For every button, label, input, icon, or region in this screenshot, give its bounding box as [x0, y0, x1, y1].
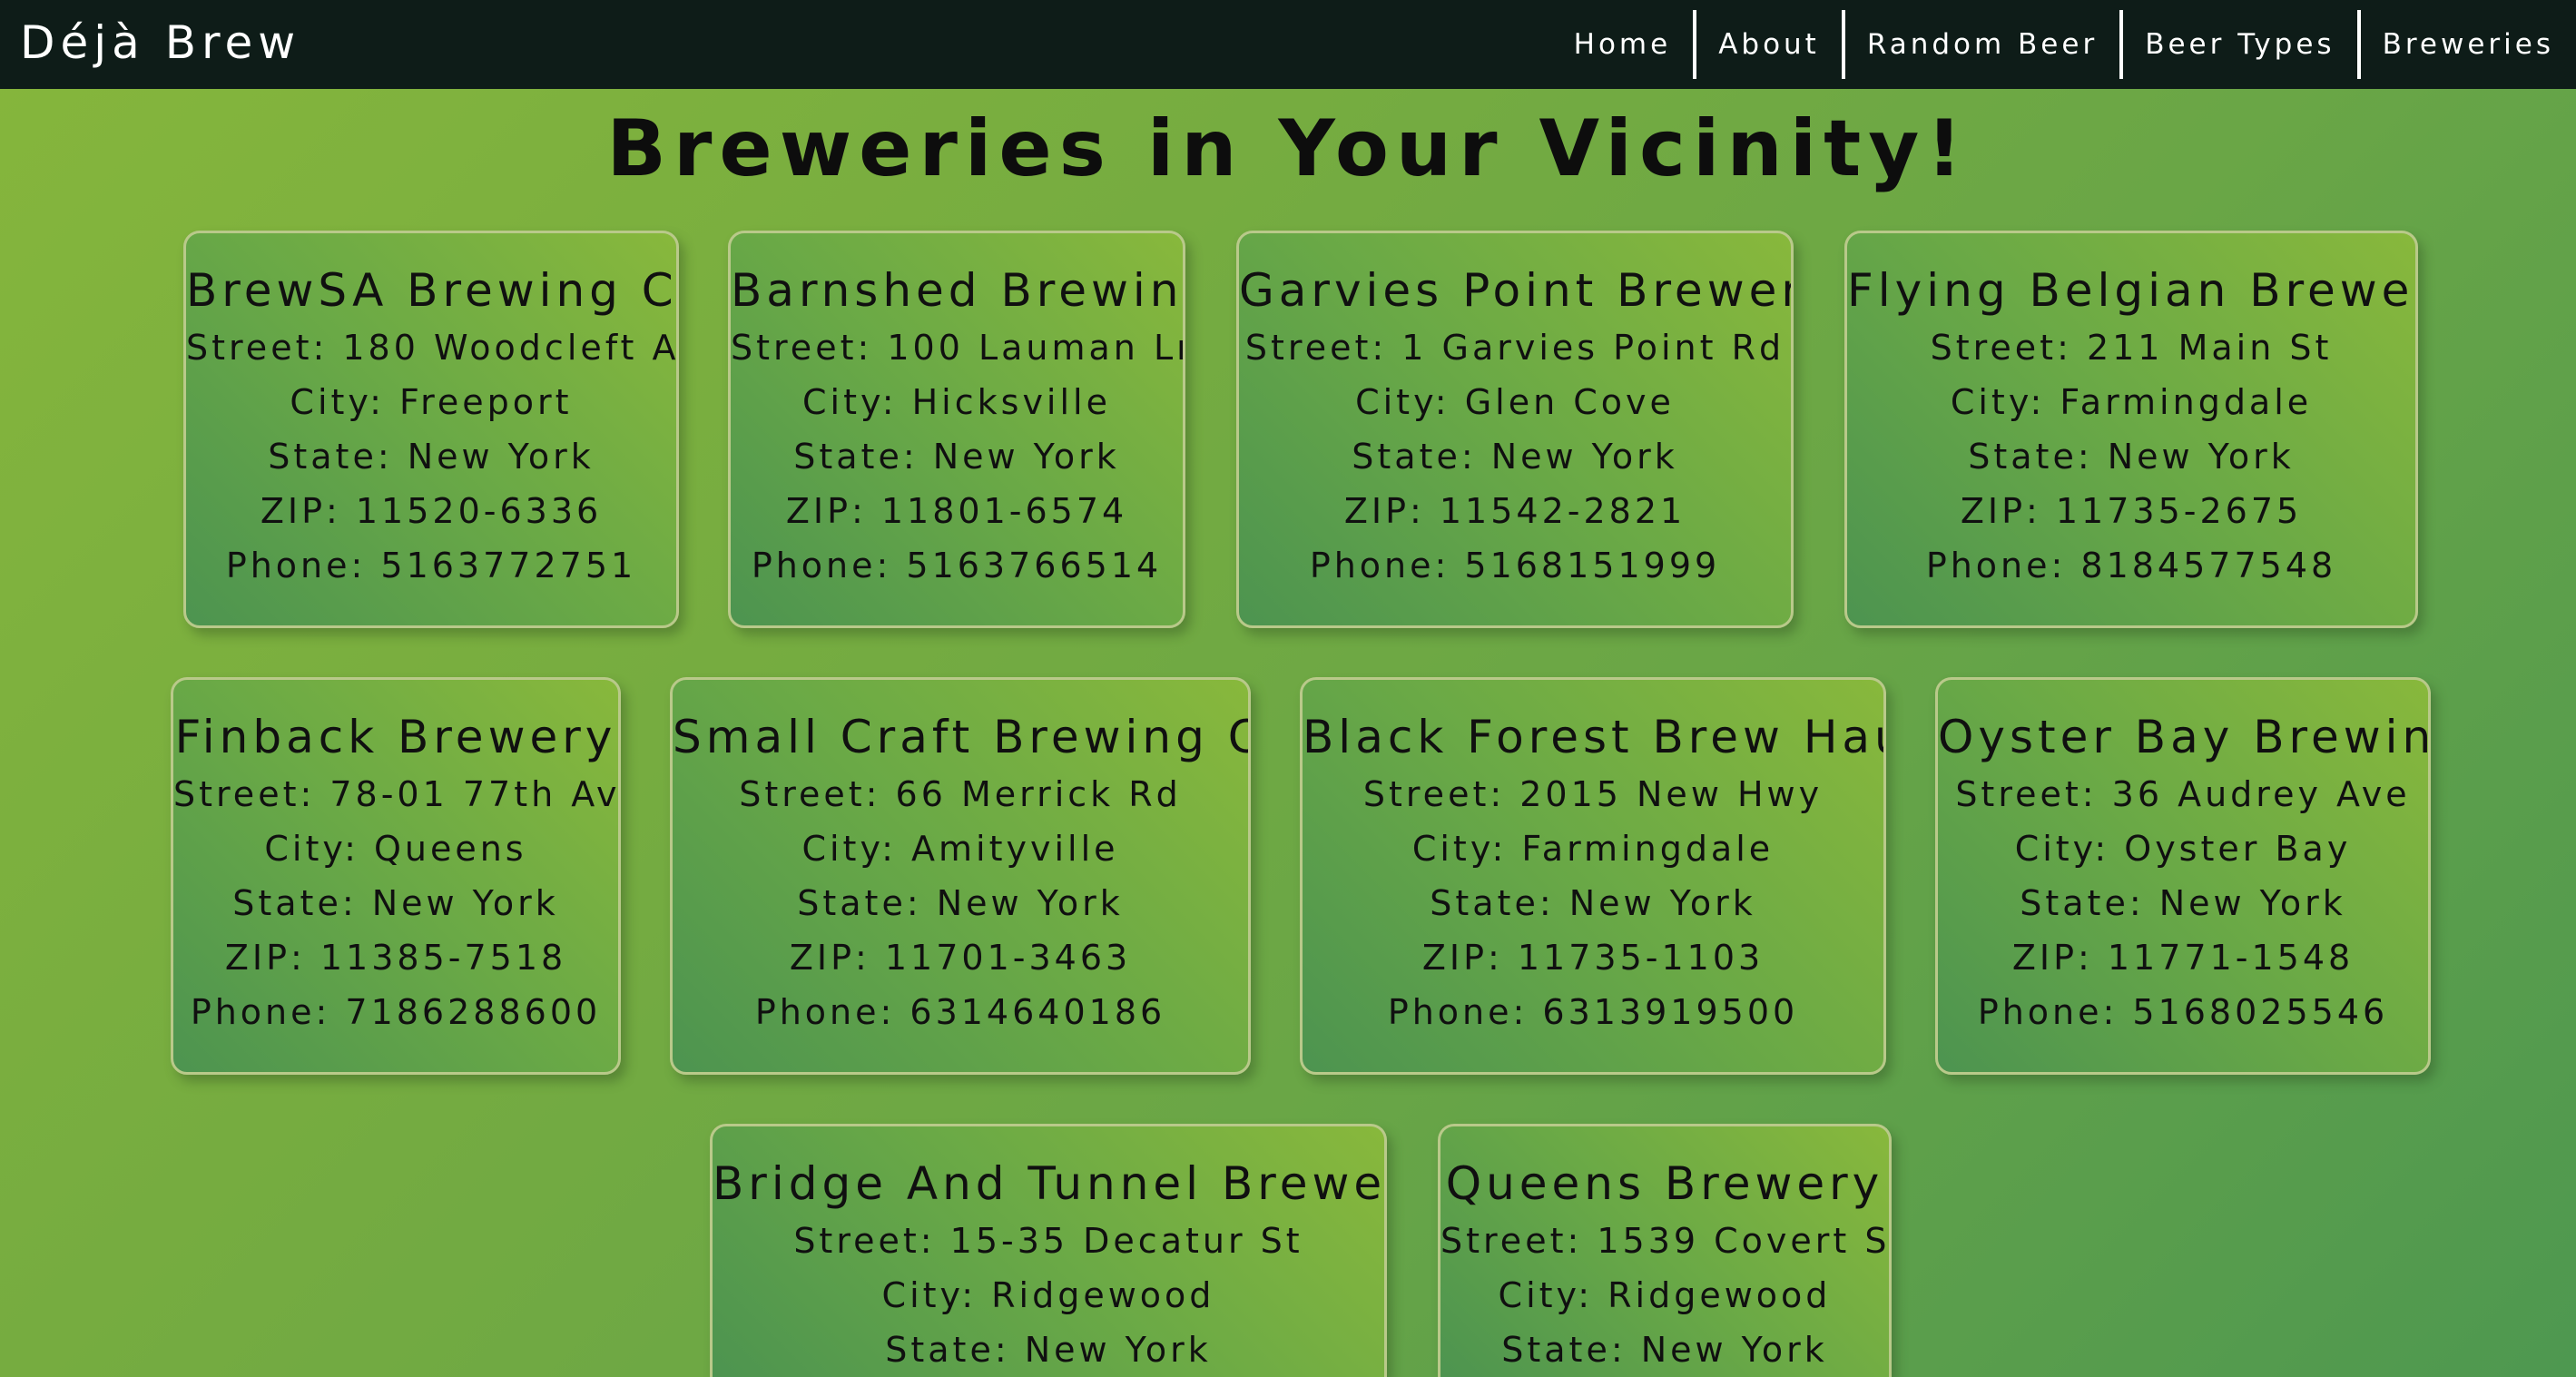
brewery-street: Street: 36 Audrey Ave	[1955, 774, 2411, 814]
nav-link-random-beer[interactable]: Random Beer	[1841, 10, 2119, 79]
nav-links: Home About Random Beer Beer Types Brewer…	[1552, 5, 2576, 84]
brewery-state: State: New York	[1968, 437, 2295, 477]
top-navbar: Déjà Brew Home About Random Beer Beer Ty…	[0, 0, 2576, 89]
brewery-name: Finback Brewery	[174, 711, 617, 763]
brewery-zip: ZIP: 11520-6336	[260, 491, 603, 531]
nav-link-breweries[interactable]: Breweries	[2356, 10, 2576, 79]
nav-link-home[interactable]: Home	[1552, 10, 1694, 79]
brewery-street: Street: 1 Garvies Point Rd	[1244, 328, 1785, 368]
nav-link-about[interactable]: About	[1693, 10, 1842, 79]
brewery-city: City: Glen Cove	[1355, 382, 1675, 422]
brewery-zip: ZIP: 11735-2675	[1960, 491, 2303, 531]
brewery-zip: ZIP: 11735-1103	[1421, 938, 1765, 978]
brewery-city: City: Hicksville	[802, 382, 1111, 422]
brewery-city: City: Farmingdale	[1950, 382, 2313, 422]
brewery-state: State: New York	[793, 437, 1120, 477]
brand-logo[interactable]: Déjà Brew	[20, 13, 300, 73]
brewery-card: Oyster Bay Brewing Street: 36 Audrey Ave…	[1935, 677, 2431, 1075]
brewery-state: State: New York	[797, 883, 1124, 923]
brewery-street: Street: 1539 Covert St	[1440, 1221, 1892, 1261]
brewery-street: Street: 100 Lauman Ln	[731, 328, 1185, 368]
brewery-state: State: New York	[268, 437, 595, 477]
brewery-card: Queens Brewery Street: 1539 Covert St Ci…	[1438, 1124, 1892, 1377]
nav-link-beer-types[interactable]: Beer Types	[2119, 10, 2356, 79]
brewery-phone: Phone: 6313919500	[1387, 992, 1799, 1032]
brewery-name: Bridge And Tunnel Brewery	[713, 1157, 1387, 1210]
brewery-state: State: New York	[1430, 883, 1756, 923]
brewery-card: Flying Belgian Brewery Street: 211 Main …	[1844, 231, 2418, 628]
brewery-city: City: Amityville	[801, 829, 1119, 869]
brewery-phone: Phone: 8184577548	[1925, 546, 2337, 585]
brewery-state: State: New York	[1501, 1330, 1828, 1370]
brewery-street: Street: 211 Main St	[1930, 328, 2333, 368]
brewery-city: City: Freeport	[290, 382, 573, 422]
brewery-zip: ZIP: 11542-2821	[1343, 491, 1686, 531]
brewery-street: Street: 180 Woodcleft Ave	[186, 328, 679, 368]
brewery-street: Street: 15-35 Decatur St	[793, 1221, 1303, 1261]
brewery-street: Street: 2015 New Hwy	[1362, 774, 1824, 814]
brewery-phone: Phone: 5163772751	[225, 546, 637, 585]
brewery-name: BrewSA Brewing Co	[186, 264, 679, 317]
brewery-name: Flying Belgian Brewery	[1847, 264, 2418, 317]
brewery-state: State: New York	[2020, 883, 2346, 923]
brewery-card: Garvies Point Brewery Street: 1 Garvies …	[1236, 231, 1794, 628]
brewery-zip: ZIP: 11701-3463	[789, 938, 1132, 978]
brewery-name: Black Forest Brew Haus	[1303, 711, 1886, 763]
brewery-phone: Phone: 5168025546	[1977, 992, 2389, 1032]
brewery-card: Black Forest Brew Haus Street: 2015 New …	[1300, 677, 1886, 1075]
brewery-zip: ZIP: 11385-7518	[224, 938, 567, 978]
brewery-name: Oyster Bay Brewing	[1938, 711, 2431, 763]
brewery-zip: ZIP: 11771-1548	[2011, 938, 2355, 978]
brewery-phone: Phone: 6314640186	[754, 992, 1166, 1032]
brewery-city: City: Farmingdale	[1411, 829, 1775, 869]
brewery-state: State: New York	[885, 1330, 1212, 1370]
brewery-card: Bridge And Tunnel Brewery Street: 15-35 …	[710, 1124, 1387, 1377]
brewery-city: City: Queens	[264, 829, 527, 869]
brewery-state: State: New York	[1352, 437, 1678, 477]
brewery-city: City: Oyster Bay	[2014, 829, 2352, 869]
brewery-city: City: Ridgewood	[1498, 1275, 1832, 1315]
brewery-phone: Phone: 5163766514	[751, 546, 1163, 585]
brewery-name: Garvies Point Brewery	[1239, 264, 1794, 317]
brewery-card: Finback Brewery Street: 78-01 77th Ave C…	[171, 677, 621, 1075]
brewery-card: Small Craft Brewing Co Street: 66 Merric…	[670, 677, 1251, 1075]
brewery-state: State: New York	[232, 883, 559, 923]
brewery-city: City: Ridgewood	[881, 1275, 1215, 1315]
page-title: Breweries in Your Vicinity!	[606, 103, 1970, 194]
brewery-zip: ZIP: 11801-6574	[785, 491, 1128, 531]
brewery-street: Street: 78-01 77th Ave	[173, 774, 621, 814]
brewery-name: Queens Brewery	[1445, 1157, 1884, 1210]
brewery-street: Street: 66 Merrick Rd	[739, 774, 1182, 814]
brewery-phone: Phone: 7186288600	[190, 992, 602, 1032]
brewery-name: Small Craft Brewing Co	[673, 711, 1251, 763]
brewery-card: BrewSA Brewing Co Street: 180 Woodcleft …	[183, 231, 679, 628]
brewery-card: Barnshed Brewing Street: 100 Lauman Ln C…	[728, 231, 1185, 628]
brewery-name: Barnshed Brewing	[731, 264, 1185, 317]
brewery-phone: Phone: 5168151999	[1309, 546, 1721, 585]
